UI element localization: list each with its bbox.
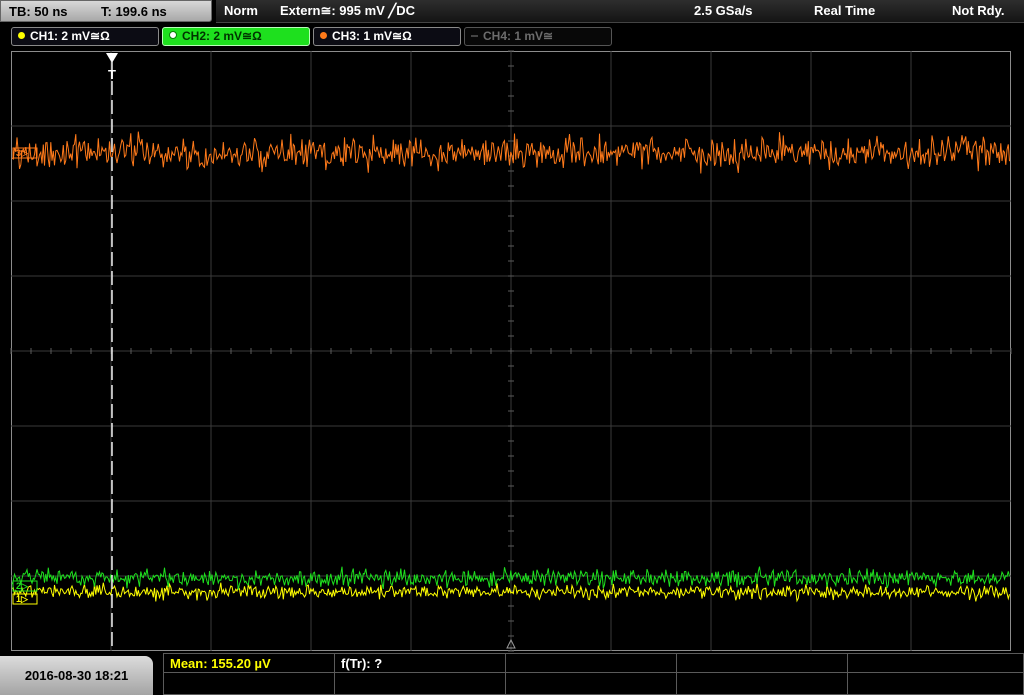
ch2-reference-marker[interactable]: 2▷ [12, 580, 38, 592]
ch1-reference-label: 1▷ [16, 594, 29, 604]
ch3-reference-marker[interactable]: 3▷ [12, 147, 38, 159]
ch1-reference-marker[interactable]: 1▷ [12, 593, 38, 605]
measurement-slot-10[interactable] [847, 672, 1024, 695]
measurement-slot-6[interactable] [163, 672, 335, 695]
measurement-slot-4[interactable] [676, 653, 848, 673]
trigger-position-arrow-icon[interactable] [106, 53, 118, 63]
measurement-mean[interactable]: Mean: 155.20 µV [163, 653, 335, 673]
measurement-table[interactable]: Mean: 155.20 µV f(Tr): ? [163, 653, 1024, 695]
scope-display[interactable]: T 3▷ 1▷ 2▷ [0, 0, 1024, 695]
graticule [10, 50, 1012, 652]
ch2-reference-label: 2▷ [16, 581, 29, 591]
measurement-slot-8[interactable] [505, 672, 677, 695]
trigger-marker-label: T [108, 67, 116, 82]
measurement-slot-5[interactable] [847, 653, 1024, 673]
ch3-reference-label: 3▷ [16, 148, 29, 158]
measurement-slot-3[interactable] [505, 653, 677, 673]
measurement-slot-7[interactable] [334, 672, 506, 695]
timestamp-box: 2016-08-30 18:21 [0, 656, 153, 695]
timestamp: 2016-08-30 18:21 [24, 668, 129, 683]
measurement-freq[interactable]: f(Tr): ? [334, 653, 506, 673]
measurement-slot-9[interactable] [676, 672, 848, 695]
